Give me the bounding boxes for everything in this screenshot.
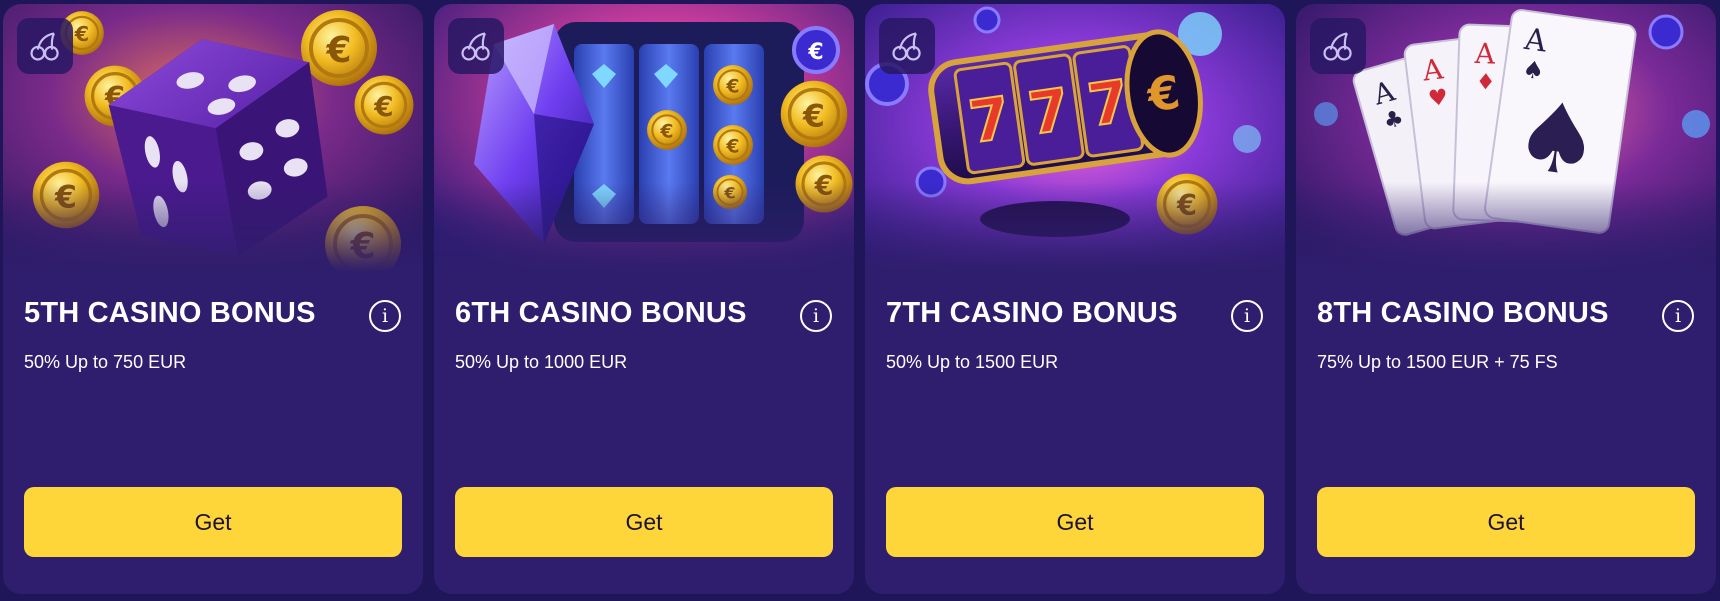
info-icon[interactable]: i xyxy=(1662,300,1694,332)
get-bonus-button[interactable]: Get xyxy=(1317,487,1695,557)
info-glyph: i xyxy=(1243,305,1251,327)
bonus-title: 7TH CASINO BONUS xyxy=(886,297,1178,329)
bonus-card-image: A ♣ A ♥ A ♦ A ♠ ♠ xyxy=(1296,4,1716,272)
bonus-title: 8TH CASINO BONUS xyxy=(1317,297,1609,329)
bonus-card: 7 7 7 € 7TH CASINO BONUS i 50% Up to 150… xyxy=(865,4,1285,594)
get-bonus-button[interactable]: Get xyxy=(886,487,1264,557)
bonus-offer: 75% Up to 1500 EUR + 75 FS xyxy=(1317,352,1558,372)
category-badge xyxy=(17,18,73,74)
bonus-offer: 50% Up to 1500 EUR xyxy=(886,352,1059,372)
svg-text:A: A xyxy=(1473,37,1496,71)
bonus-offer: 50% Up to 750 EUR xyxy=(24,352,187,372)
category-badge xyxy=(879,18,935,74)
cherries-icon xyxy=(458,28,494,64)
info-icon[interactable]: i xyxy=(800,300,832,332)
cherries-icon xyxy=(1320,28,1356,64)
bonus-title: 6TH CASINO BONUS xyxy=(455,297,747,329)
info-glyph: i xyxy=(812,305,820,327)
info-icon[interactable]: i xyxy=(369,300,401,332)
info-glyph: i xyxy=(1674,305,1682,327)
svg-text:♥: ♥ xyxy=(1427,85,1450,112)
bonus-offer: 50% Up to 1000 EUR xyxy=(455,352,628,372)
get-bonus-button[interactable]: Get xyxy=(24,487,402,557)
bonus-card: € 6TH CASINO BONUS i 50% Up to 1000 EUR … xyxy=(434,4,854,594)
bonus-card-image xyxy=(3,4,423,272)
bonus-card-list: 5TH CASINO BONUS i 50% Up to 750 EUR Get xyxy=(0,0,1720,601)
bonus-card-image: € xyxy=(434,4,854,272)
bonus-title: 5TH CASINO BONUS xyxy=(24,297,316,329)
bonus-card: A ♣ A ♥ A ♦ A ♠ ♠ 8TH CASINO BONUS i 75%… xyxy=(1296,4,1716,594)
svg-text:€: € xyxy=(807,40,823,65)
cherries-icon xyxy=(27,28,63,64)
category-badge xyxy=(1310,18,1366,74)
get-bonus-button[interactable]: Get xyxy=(455,487,833,557)
info-icon[interactable]: i xyxy=(1231,300,1263,332)
info-glyph: i xyxy=(381,305,389,327)
svg-text:♦: ♦ xyxy=(1475,70,1496,96)
category-badge xyxy=(448,18,504,74)
bonus-card-image: 7 7 7 € xyxy=(865,4,1285,272)
cherries-icon xyxy=(889,28,925,64)
bonus-card: 5TH CASINO BONUS i 50% Up to 750 EUR Get xyxy=(3,4,423,594)
